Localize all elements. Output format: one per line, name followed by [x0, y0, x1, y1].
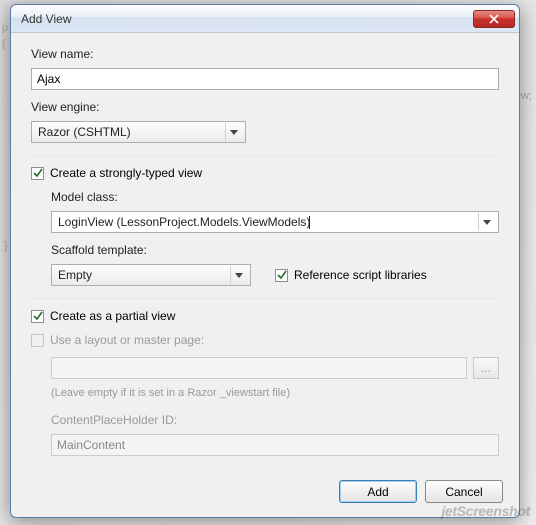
- check-icon: [33, 168, 43, 178]
- scaffold-value: Empty: [58, 268, 226, 282]
- strongly-typed-checkbox[interactable]: [31, 167, 44, 180]
- partial-view-row[interactable]: Create as a partial view: [31, 309, 499, 323]
- check-icon: [277, 270, 287, 280]
- titlebar: Add View: [11, 5, 519, 33]
- text-cursor: [309, 216, 310, 229]
- separator: [31, 155, 499, 156]
- view-engine-label: View engine:: [31, 100, 499, 114]
- dialog-body: View name: View engine: Razor (CSHTML) C…: [11, 33, 519, 470]
- check-icon: [33, 311, 43, 321]
- bg-code-fragment: {: [2, 38, 6, 50]
- ref-scripts-row[interactable]: Reference script libraries: [275, 268, 427, 282]
- dialog-title: Add View: [21, 12, 473, 26]
- dialog-footer: Add Cancel: [11, 470, 519, 517]
- chevron-down-icon: [225, 123, 241, 141]
- separator: [31, 298, 499, 299]
- use-layout-label: Use a layout or master page:: [50, 333, 204, 347]
- ref-scripts-checkbox[interactable]: [275, 269, 288, 282]
- cph-input: [51, 434, 499, 456]
- scaffold-label: Scaffold template:: [51, 243, 499, 257]
- strongly-typed-group: Model class: LoginView (LessonProject.Mo…: [51, 190, 499, 286]
- chevron-down-icon: [478, 213, 494, 231]
- ellipsis-icon: ...: [481, 361, 491, 375]
- view-name-label: View name:: [31, 47, 499, 61]
- layout-hint: (Leave empty if it is set in a Razor _vi…: [51, 387, 499, 399]
- model-class-value[interactable]: LoginView (LessonProject.Models.ViewMode…: [58, 215, 474, 229]
- use-layout-checkbox: [31, 334, 44, 347]
- scaffold-combo[interactable]: Empty: [51, 264, 251, 286]
- strongly-typed-label: Create a strongly-typed view: [50, 166, 202, 180]
- ref-scripts-label: Reference script libraries: [294, 268, 427, 282]
- model-class-combo[interactable]: LoginView (LessonProject.Models.ViewMode…: [51, 211, 499, 233]
- browse-button: ...: [473, 357, 499, 379]
- add-view-dialog: Add View View name: View engine: Razor (…: [10, 4, 520, 518]
- cancel-button[interactable]: Cancel: [425, 480, 503, 503]
- bg-code-fragment: }: [4, 240, 8, 252]
- close-button[interactable]: [473, 10, 515, 28]
- view-engine-value: Razor (CSHTML): [38, 125, 221, 139]
- model-class-label: Model class:: [51, 190, 499, 204]
- bg-code-fragment: p: [2, 22, 8, 34]
- layout-path-input: [51, 357, 467, 379]
- layout-group: ... (Leave empty if it is set in a Razor…: [51, 357, 499, 456]
- partial-view-label: Create as a partial view: [50, 309, 175, 323]
- partial-view-checkbox[interactable]: [31, 310, 44, 323]
- strongly-typed-row[interactable]: Create a strongly-typed view: [31, 166, 499, 180]
- chevron-down-icon: [230, 266, 246, 284]
- view-name-input[interactable]: [31, 68, 499, 90]
- add-button[interactable]: Add: [339, 480, 417, 503]
- view-engine-combo[interactable]: Razor (CSHTML): [31, 121, 246, 143]
- close-icon: [489, 14, 499, 24]
- cph-label: ContentPlaceHolder ID:: [51, 413, 499, 427]
- use-layout-row: Use a layout or master page:: [31, 333, 499, 347]
